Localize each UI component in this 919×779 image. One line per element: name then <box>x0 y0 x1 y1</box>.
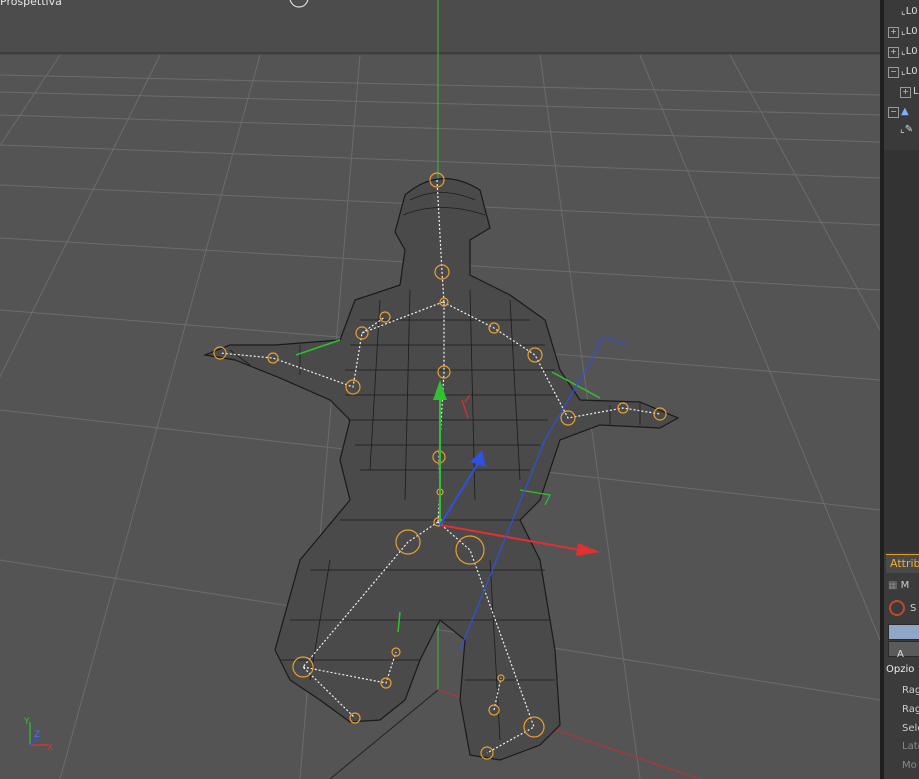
viewport-label[interactable]: Prospettiva <box>0 0 62 8</box>
viewport-scene: Y Z X <box>0 0 880 779</box>
skin-tag-icon: ⌞✎ <box>900 124 914 135</box>
target-icon <box>889 600 905 616</box>
expand-icon[interactable]: + <box>888 27 899 38</box>
axis-x-label: X <box>47 743 53 753</box>
collapse-icon[interactable]: − <box>888 107 899 118</box>
axis-z-label: Z <box>34 730 40 740</box>
tab-a-button[interactable]: A <box>888 641 919 660</box>
field-label: Rag <box>902 704 919 715</box>
expand-icon[interactable]: + <box>900 87 911 98</box>
field-label: Late <box>902 741 919 752</box>
tab-attributes[interactable]: Attrib <box>886 554 919 573</box>
tree-row[interactable]: + ⌞L0 <box>888 26 918 42</box>
tree-row[interactable]: ⌞L0 <box>888 6 918 22</box>
grid-icon: ▦ <box>888 580 898 591</box>
expand-icon[interactable]: + <box>888 47 899 58</box>
field-label: Rag <box>902 685 919 696</box>
tab-basic-button[interactable] <box>888 624 919 640</box>
tree-row[interactable]: − ⌞L0 <box>888 66 918 82</box>
tree-row[interactable]: − ▲ <box>888 106 909 122</box>
axis-y-label: Y <box>23 717 30 727</box>
joint-icon: L <box>913 86 919 97</box>
section-title: Opzio <box>886 664 915 675</box>
axis-gizmo-icon: Y Z X <box>23 717 53 753</box>
attributes-manager: Attrib ▦ M S A Opzio Rag Rag Sele Late M… <box>884 552 919 779</box>
tree-row[interactable]: + ⌞L0 <box>888 46 918 62</box>
mode-row[interactable]: ▦ M <box>888 580 909 591</box>
tree-row[interactable]: ⌞✎ <box>900 124 913 140</box>
object-manager: ⌞L0 + ⌞L0 + ⌞L0 − ⌞L0 + L − ▲ ⌞✎ <box>884 0 919 150</box>
selection-label: S <box>910 603 917 614</box>
3d-viewport[interactable]: Y Z X Prospettiva <box>0 0 880 779</box>
mesh-object-icon: ▲ <box>901 106 909 117</box>
field-label: Sele <box>902 723 919 734</box>
field-label: Mo <box>902 760 917 771</box>
collapse-icon[interactable]: − <box>888 67 899 78</box>
right-panel: ⌞L0 + ⌞L0 + ⌞L0 − ⌞L0 + L − ▲ ⌞✎ Attrib ▦ M S… <box>884 0 919 779</box>
tree-row[interactable]: + L <box>900 86 919 102</box>
